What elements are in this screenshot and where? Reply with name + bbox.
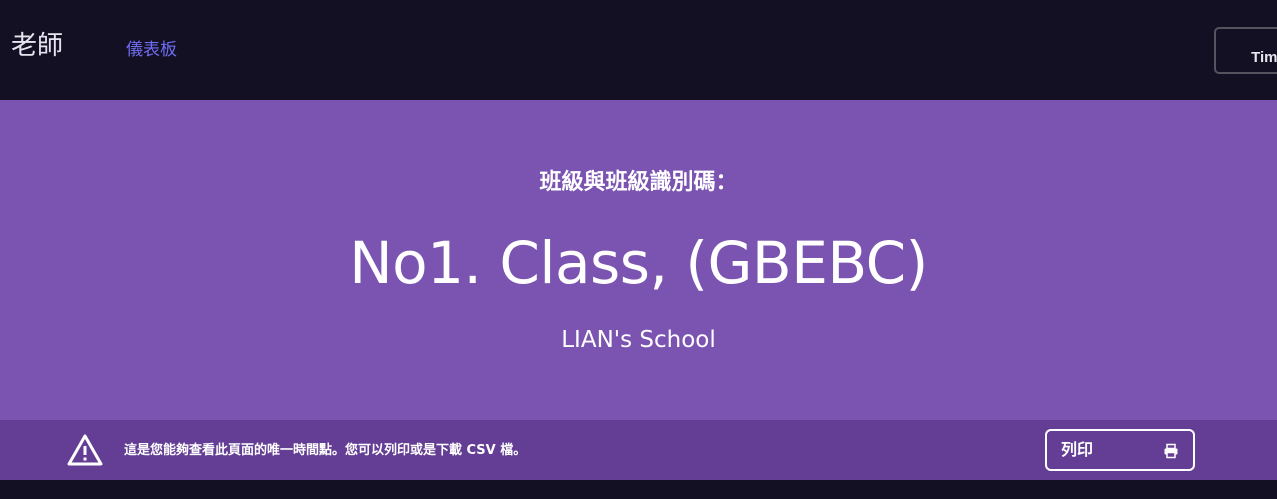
school-name: LIAN's School bbox=[561, 327, 716, 353]
brand-title: 老師 bbox=[11, 31, 64, 61]
notice-bar: 這是您能夠查看此頁面的唯一時間點。您可以列印或是下載 CSV 檔。 列印 bbox=[0, 420, 1277, 480]
nav-link-dashboard[interactable]: 儀表板 bbox=[126, 39, 177, 61]
page-footer-strip bbox=[0, 480, 1277, 499]
warning-icon bbox=[67, 434, 103, 466]
user-menu-button[interactable]: Timy bbox=[1214, 27, 1277, 74]
class-name-heading: No1. Class, (GBEBC) bbox=[349, 229, 928, 297]
printer-icon bbox=[1164, 443, 1178, 459]
class-hero-banner: 班級與班級識別碼： No1. Class, (GBEBC) LIAN's Sch… bbox=[0, 100, 1277, 420]
print-button-label: 列印 bbox=[1061, 442, 1094, 459]
top-navbar: 老師 儀表板 Timy bbox=[0, 0, 1277, 100]
class-code-label: 班級與班級識別碼： bbox=[539, 170, 738, 195]
notice-text: 這是您能夠查看此頁面的唯一時間點。您可以列印或是下載 CSV 檔。 bbox=[124, 443, 527, 458]
print-button[interactable]: 列印 bbox=[1045, 429, 1195, 471]
